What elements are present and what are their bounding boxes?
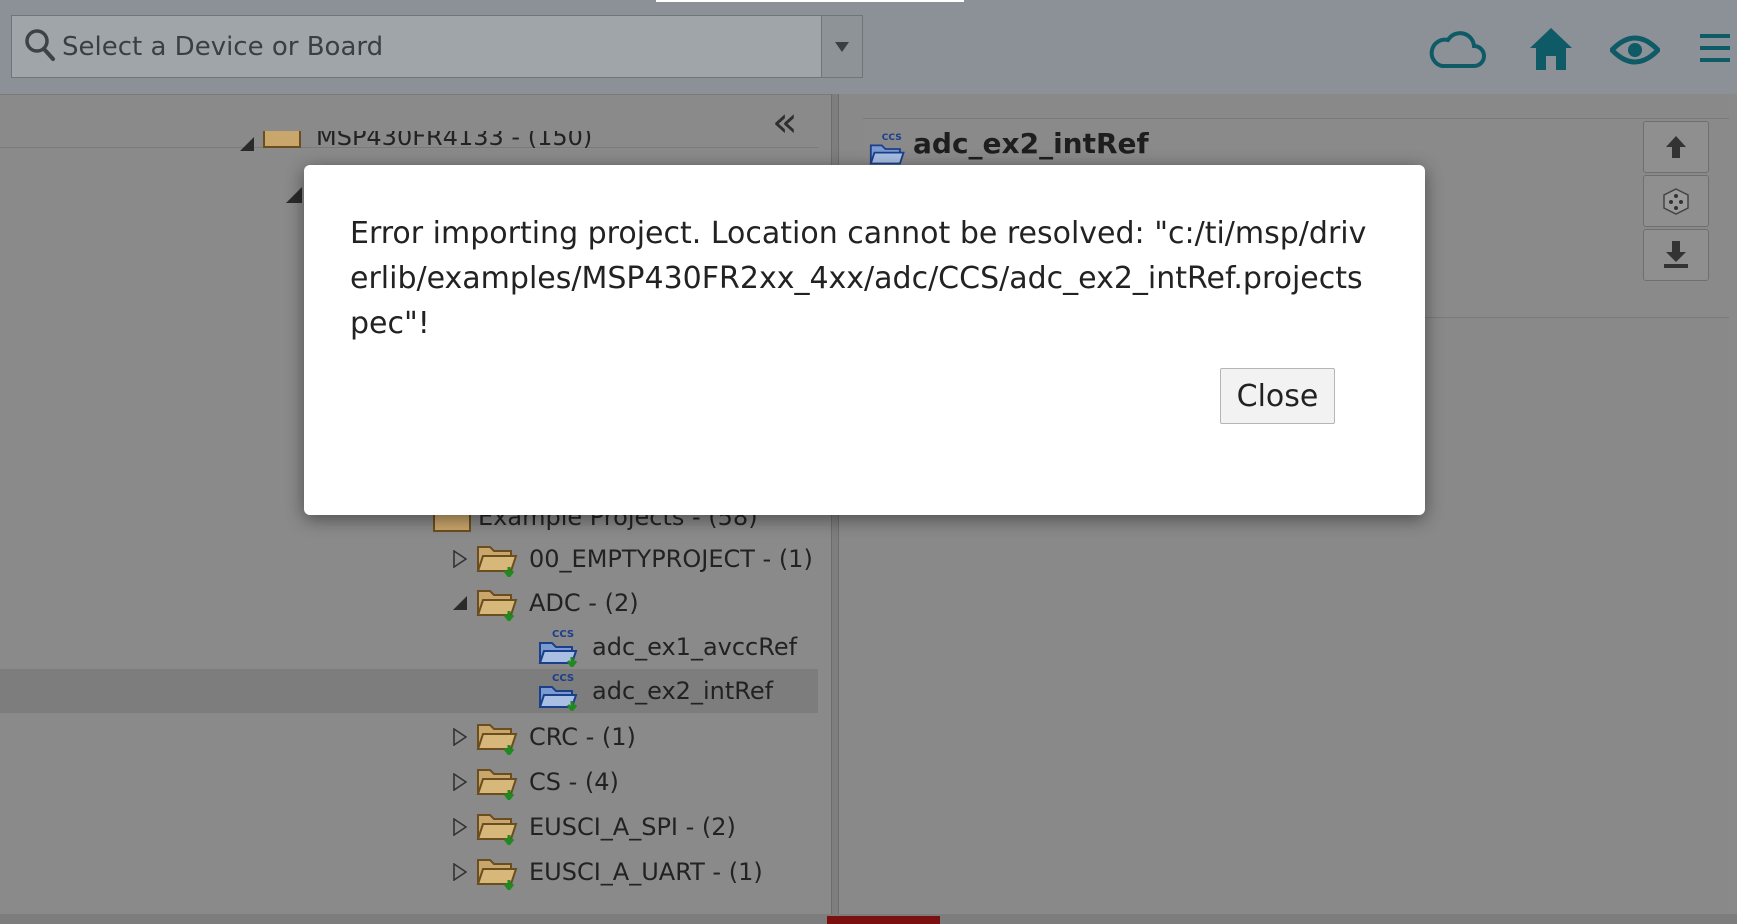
download-button[interactable] xyxy=(1643,229,1709,281)
menu-icon[interactable] xyxy=(1700,32,1730,64)
error-dialog: Error importing project. Location cannot… xyxy=(304,165,1425,515)
tree-row-folder[interactable]: EUSCI_A_SPI - (2) xyxy=(445,805,736,849)
tree-item-label: EUSCI_A_SPI - (2) xyxy=(529,813,736,841)
folder-icon xyxy=(476,724,518,755)
tree-item-label: adc_ex1_avccRef xyxy=(592,633,798,661)
tree-item-label: adc_ex2_intRef xyxy=(592,677,774,705)
cloud-icon[interactable] xyxy=(1428,28,1486,70)
download-icon xyxy=(1664,241,1688,268)
tab-highlight xyxy=(656,0,964,2)
tree-row-project-selected[interactable]: CCS adc_ex2_intRef xyxy=(0,669,818,713)
expand-arrow-icon[interactable] xyxy=(445,773,475,791)
tree-item-label: ADC - (2) xyxy=(529,589,639,617)
tree-item-label: CS - (4) xyxy=(529,768,619,796)
device-search-box[interactable] xyxy=(11,15,863,78)
ccs-project-icon: CCS xyxy=(869,133,905,165)
folder-icon xyxy=(476,814,518,845)
folder-icon xyxy=(263,131,301,148)
chevron-down-icon xyxy=(835,41,849,52)
tree-row-folder[interactable]: 00_EMPTYPROJECT - (1) xyxy=(445,537,813,581)
project-title: adc_ex2_intRef xyxy=(913,127,1149,160)
tree-item-label: CRC - (1) xyxy=(529,723,636,751)
cube-icon xyxy=(1663,188,1689,215)
svg-text:CCS: CCS xyxy=(552,629,574,640)
top-toolbar xyxy=(0,0,1737,94)
resource-explorer-button[interactable] xyxy=(1643,175,1709,227)
arrow-up-icon xyxy=(1666,136,1686,158)
expand-arrow-icon[interactable] xyxy=(445,818,475,836)
expand-arrow-icon[interactable] xyxy=(445,550,475,568)
collapse-panel-icon[interactable]: « xyxy=(772,101,798,143)
tree-row-device[interactable]: MSP430FR4133 - (150) xyxy=(232,131,592,151)
expand-arrow-icon[interactable] xyxy=(445,728,475,746)
folder-icon xyxy=(476,769,518,800)
tree-row-folder[interactable]: EUSCI_A_UART - (1) xyxy=(445,850,763,894)
expand-arrow-icon[interactable] xyxy=(445,863,475,881)
tree-item-label: EUSCI_A_UART - (1) xyxy=(529,858,763,886)
folder-icon xyxy=(476,859,518,890)
tree-row-project[interactable]: CCS adc_ex1_avccRef xyxy=(538,625,797,669)
tree-row-folder[interactable]: ADC - (2) xyxy=(445,581,639,625)
close-button[interactable]: Close xyxy=(1220,368,1335,424)
up-button[interactable] xyxy=(1643,121,1709,173)
tree-item-label: 00_EMPTYPROJECT - (1) xyxy=(529,545,813,573)
search-icon xyxy=(25,29,55,61)
tree-item-label: MSP430FR4133 - (150) xyxy=(316,131,593,151)
tree-row-folder[interactable]: CS - (4) xyxy=(445,760,619,804)
status-accent xyxy=(827,916,940,924)
svg-text:CCS: CCS xyxy=(552,673,574,684)
error-message: Error importing project. Location cannot… xyxy=(350,216,1367,341)
device-dropdown-button[interactable] xyxy=(821,16,862,77)
ccs-project-icon: CCS xyxy=(538,673,578,711)
collapse-arrow-icon[interactable] xyxy=(232,137,262,151)
svg-text:CCS: CCS xyxy=(882,133,902,143)
collapse-arrow-icon[interactable] xyxy=(445,596,475,610)
device-search-input[interactable] xyxy=(60,28,824,66)
folder-icon xyxy=(476,546,518,577)
home-icon[interactable] xyxy=(1528,26,1574,72)
folder-icon xyxy=(476,590,518,621)
tree-row-folder[interactable]: CRC - (1) xyxy=(445,715,636,759)
ccs-project-icon: CCS xyxy=(538,629,578,667)
eye-icon[interactable] xyxy=(1610,32,1660,68)
collapse-arrow-icon[interactable] xyxy=(286,187,302,207)
